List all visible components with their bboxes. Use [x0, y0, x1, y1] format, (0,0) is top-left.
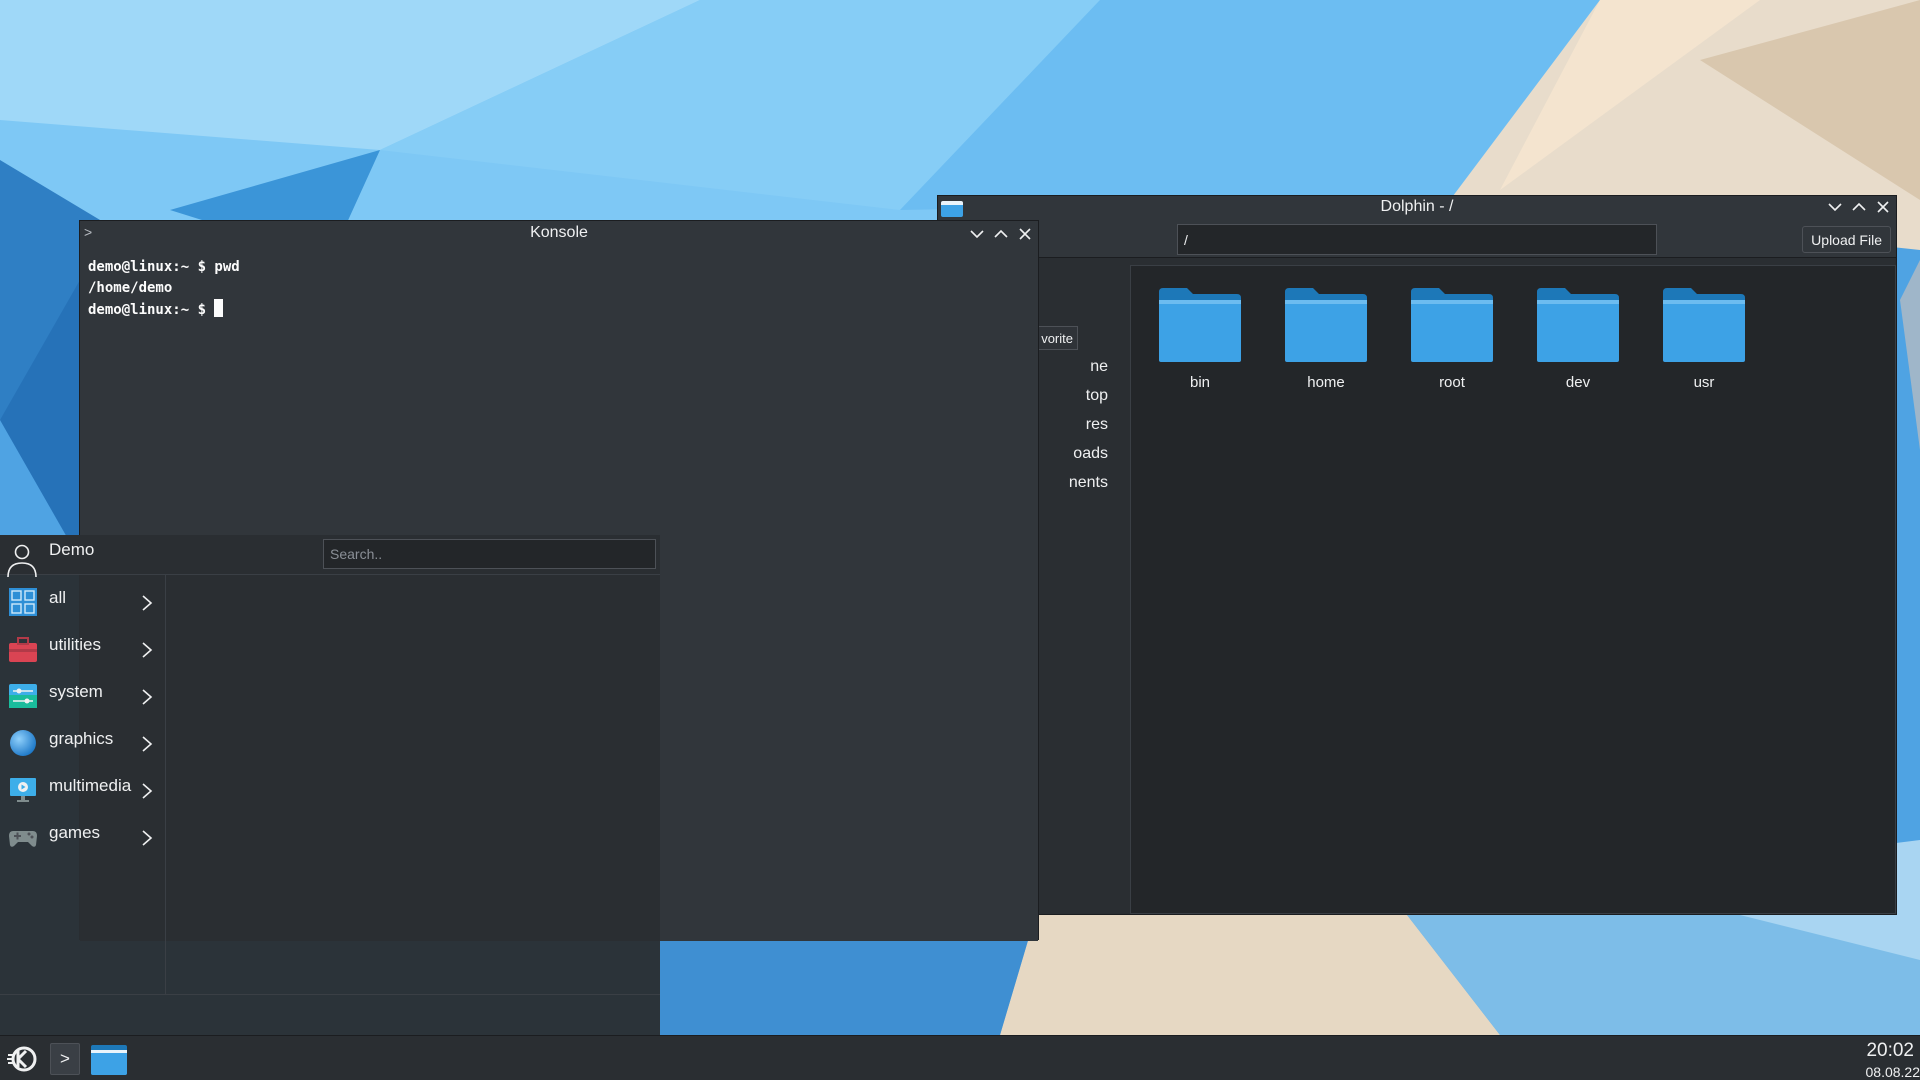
grid-icon [9, 588, 37, 616]
upload-file-button[interactable]: Upload File [1802, 226, 1891, 253]
terminal-cursor [214, 299, 224, 317]
user-avatar-icon [7, 544, 37, 577]
places-item-home[interactable]: ne [1038, 354, 1128, 381]
dolphin-window[interactable]: Dolphin - / Upload File vorite ne top re… [937, 195, 1897, 915]
file-name: root [1439, 374, 1465, 391]
launcher-header: Demo [0, 535, 660, 577]
file-name: dev [1565, 374, 1591, 391]
taskbar-konsole-button[interactable]: > [50, 1043, 80, 1075]
terminal-prompt: demo@linux:~ $ [88, 302, 215, 318]
category-multimedia[interactable]: multimedia [0, 767, 166, 811]
chevron-right-icon [142, 783, 153, 799]
places-item-label: nents [1068, 474, 1108, 491]
konsole-title: Konsole [530, 224, 588, 241]
category-label: utilities [49, 635, 101, 654]
terminal-line: /home/demo [88, 280, 173, 296]
dolphin-titlebar[interactable]: Dolphin - / [938, 196, 1896, 218]
places-item-downloads[interactable]: oads [1038, 441, 1128, 468]
clock[interactable]: 20:02 08.08.22 [1840, 1040, 1920, 1080]
file-item-dev[interactable]: dev [1523, 288, 1633, 398]
chevron-right-icon [142, 830, 153, 846]
taskbar: > 20:02 08.08.22 [0, 1035, 1920, 1080]
places-item-label: res [1085, 416, 1108, 433]
file-item-usr[interactable]: usr [1649, 288, 1759, 398]
category-label: games [49, 823, 101, 842]
folder-icon [1159, 288, 1241, 362]
settings-sliders-icon [9, 684, 37, 708]
dolphin-title: Dolphin - / [1380, 198, 1454, 215]
category-all[interactable]: all [0, 579, 166, 623]
category-utilities[interactable]: utilities [0, 626, 166, 670]
clock-date: 08.08.22 [1865, 1064, 1920, 1080]
file-name: bin [1189, 374, 1211, 391]
places-item-label: vorite [1041, 331, 1073, 346]
file-item-bin[interactable]: bin [1145, 288, 1255, 398]
category-games[interactable]: games [0, 814, 166, 858]
places-panel: vorite ne top res oads nents [1038, 258, 1128, 914]
file-name: usr [1693, 374, 1715, 391]
kde-start-icon[interactable] [4, 1041, 40, 1077]
folder-icon [1285, 288, 1367, 362]
places-item-label: ne [1090, 358, 1108, 375]
clock-time: 20:02 [1866, 1040, 1914, 1061]
location-input[interactable] [1177, 224, 1657, 255]
file-name: home [1307, 374, 1345, 391]
minimize-icon[interactable] [968, 225, 986, 243]
minimize-icon[interactable] [1826, 198, 1844, 216]
places-item-documents[interactable]: nents [1038, 470, 1128, 497]
search-input[interactable] [323, 539, 656, 569]
application-launcher[interactable]: Demo all utilities [0, 535, 660, 1035]
maximize-icon[interactable] [1850, 198, 1868, 216]
gamepad-icon [9, 831, 37, 847]
chevron-right-icon [142, 736, 153, 752]
category-graphics[interactable]: graphics [0, 720, 166, 764]
terminal-prompt-line: demo@linux:~ $ [88, 299, 1030, 320]
places-item-label: top [1085, 387, 1108, 404]
places-item-desktop[interactable]: top [1038, 383, 1128, 410]
chevron-right-icon [142, 689, 153, 705]
launcher-footer [0, 994, 660, 1035]
launcher-categories: all utilities system graphics multimedia… [0, 575, 166, 995]
close-icon[interactable] [1016, 225, 1034, 243]
folder-icon [1663, 288, 1745, 362]
folder-icon [1411, 288, 1493, 362]
terminal-line: demo@linux:~ $ pwd [88, 259, 240, 275]
file-view[interactable]: bin home root dev usr [1130, 265, 1896, 914]
dolphin-toolbar: Upload File [938, 218, 1896, 258]
toolbox-icon [9, 637, 37, 662]
places-item-pictures[interactable]: res [1038, 412, 1128, 439]
file-item-home[interactable]: home [1271, 288, 1381, 398]
category-label: system [49, 682, 103, 701]
file-item-root[interactable]: root [1397, 288, 1507, 398]
sphere-icon [10, 730, 36, 756]
places-item-label: oads [1073, 445, 1108, 462]
category-system[interactable]: system [0, 673, 166, 717]
folder-icon [1537, 288, 1619, 362]
konsole-titlebar[interactable]: > Konsole [80, 221, 1038, 246]
chevron-right-icon [142, 595, 153, 611]
category-label: all [49, 588, 67, 607]
taskbar-dolphin-button[interactable] [89, 1041, 129, 1077]
user-name: Demo [49, 540, 95, 559]
maximize-icon[interactable] [992, 225, 1010, 243]
close-icon[interactable] [1874, 198, 1892, 216]
monitor-play-icon [10, 778, 36, 802]
category-label: graphics [49, 729, 114, 748]
chevron-right-icon [142, 642, 153, 658]
category-label: multimedia [49, 776, 132, 795]
places-item-favorites[interactable]: vorite [1038, 326, 1078, 350]
terminal-icon: > [60, 1049, 70, 1068]
